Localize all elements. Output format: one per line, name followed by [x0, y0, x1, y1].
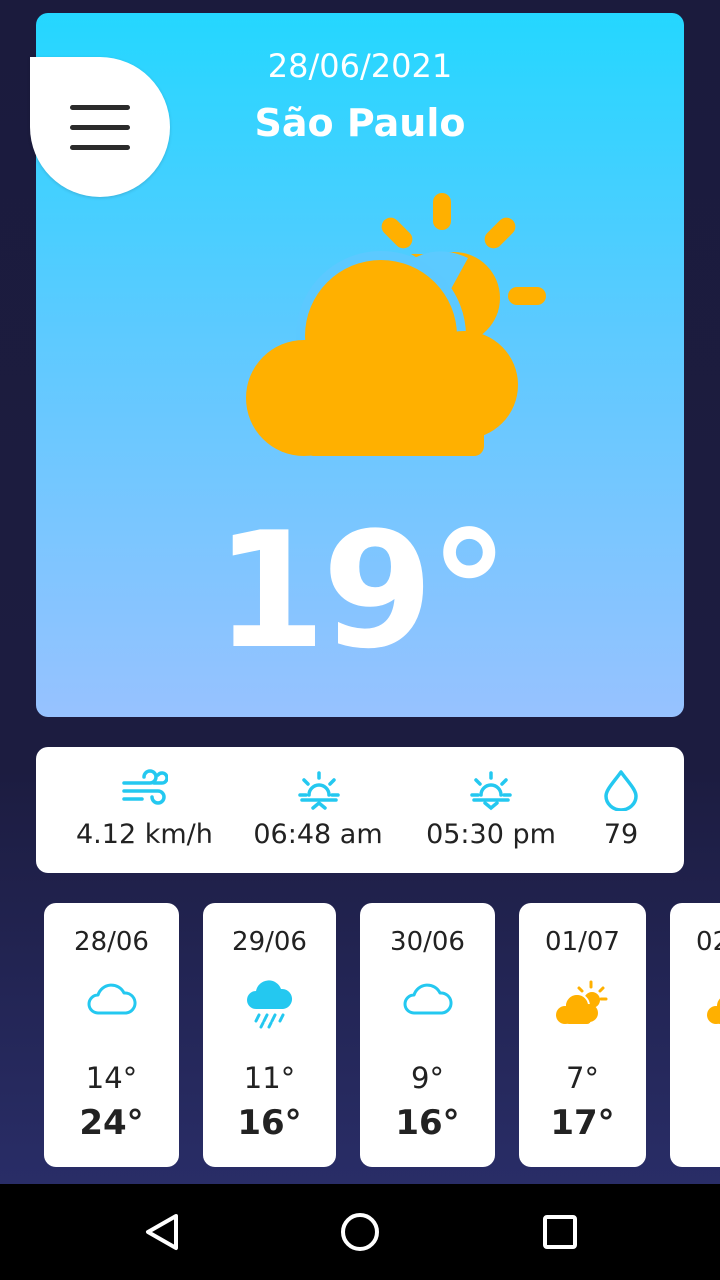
- forecast-date: 30/06: [390, 927, 465, 957]
- sun-behind-cloud-icon: [556, 980, 608, 1024]
- menu-button[interactable]: [30, 57, 170, 197]
- forecast-max-temp: 2: [670, 1103, 720, 1143]
- sunset-icon: [470, 771, 512, 811]
- forecast-min-temp: 7°: [566, 1061, 599, 1095]
- recents-button-icon[interactable]: [536, 1208, 584, 1256]
- wind-speed: 4.12 km/h: [76, 819, 213, 850]
- wind-icon: [122, 769, 168, 805]
- humidity-detail: 79: [591, 747, 651, 873]
- sunset-time: 05:30 pm: [426, 819, 556, 850]
- forecast-date: 29/06: [232, 927, 307, 957]
- forecast-max-temp: 16°: [395, 1103, 460, 1143]
- forecast-day-card[interactable]: 29/06 11° 16°: [203, 903, 336, 1167]
- forecast-max-temp: 16°: [237, 1103, 302, 1143]
- current-temperature: 19°: [214, 497, 510, 684]
- forecast-day-card[interactable]: 02/07 2: [670, 903, 720, 1167]
- system-navigation-bar: [0, 1184, 720, 1280]
- forecast-min-temp: 14°: [85, 1061, 138, 1095]
- sunrise-time: 06:48 am: [253, 819, 383, 850]
- forecast-min-temp: 11°: [243, 1061, 296, 1095]
- back-button-icon[interactable]: [138, 1208, 186, 1256]
- cloud-icon: [87, 983, 137, 1015]
- sunset-detail: 05:30 pm: [422, 747, 560, 873]
- rain-cloud-icon: [247, 980, 293, 1029]
- forecast-day-card[interactable]: 30/06 9° 16°: [360, 903, 495, 1167]
- cloud-icon: [403, 983, 453, 1015]
- sun-behind-cloud-icon: [707, 998, 720, 1024]
- forecast-date: 28/06: [74, 927, 149, 957]
- water-drop-icon: [604, 770, 638, 811]
- sunrise-detail: 06:48 am: [248, 747, 388, 873]
- weather-details-panel: 4.12 km/h 06:48 am 05:30 pm 79: [36, 747, 684, 873]
- forecast-min-temp: 9°: [411, 1061, 444, 1095]
- sunrise-icon: [298, 771, 340, 810]
- forecast-max-temp: 24°: [79, 1103, 144, 1143]
- wind-detail: 4.12 km/h: [76, 747, 213, 873]
- forecast-day-card[interactable]: 28/06 14° 24°: [44, 903, 179, 1167]
- sun-behind-cloud-icon: [246, 193, 546, 456]
- forecast-list[interactable]: 28/06 14° 24° 29/06 11° 16° 30/06 9° 16°…: [0, 903, 720, 1169]
- forecast-date: 02/07: [696, 927, 720, 957]
- forecast-max-temp: 17°: [550, 1103, 615, 1143]
- humidity-value: 79: [603, 819, 639, 850]
- forecast-day-card[interactable]: 01/07 7° 17°: [519, 903, 646, 1167]
- forecast-date: 01/07: [545, 927, 620, 957]
- home-button-icon[interactable]: [336, 1208, 384, 1256]
